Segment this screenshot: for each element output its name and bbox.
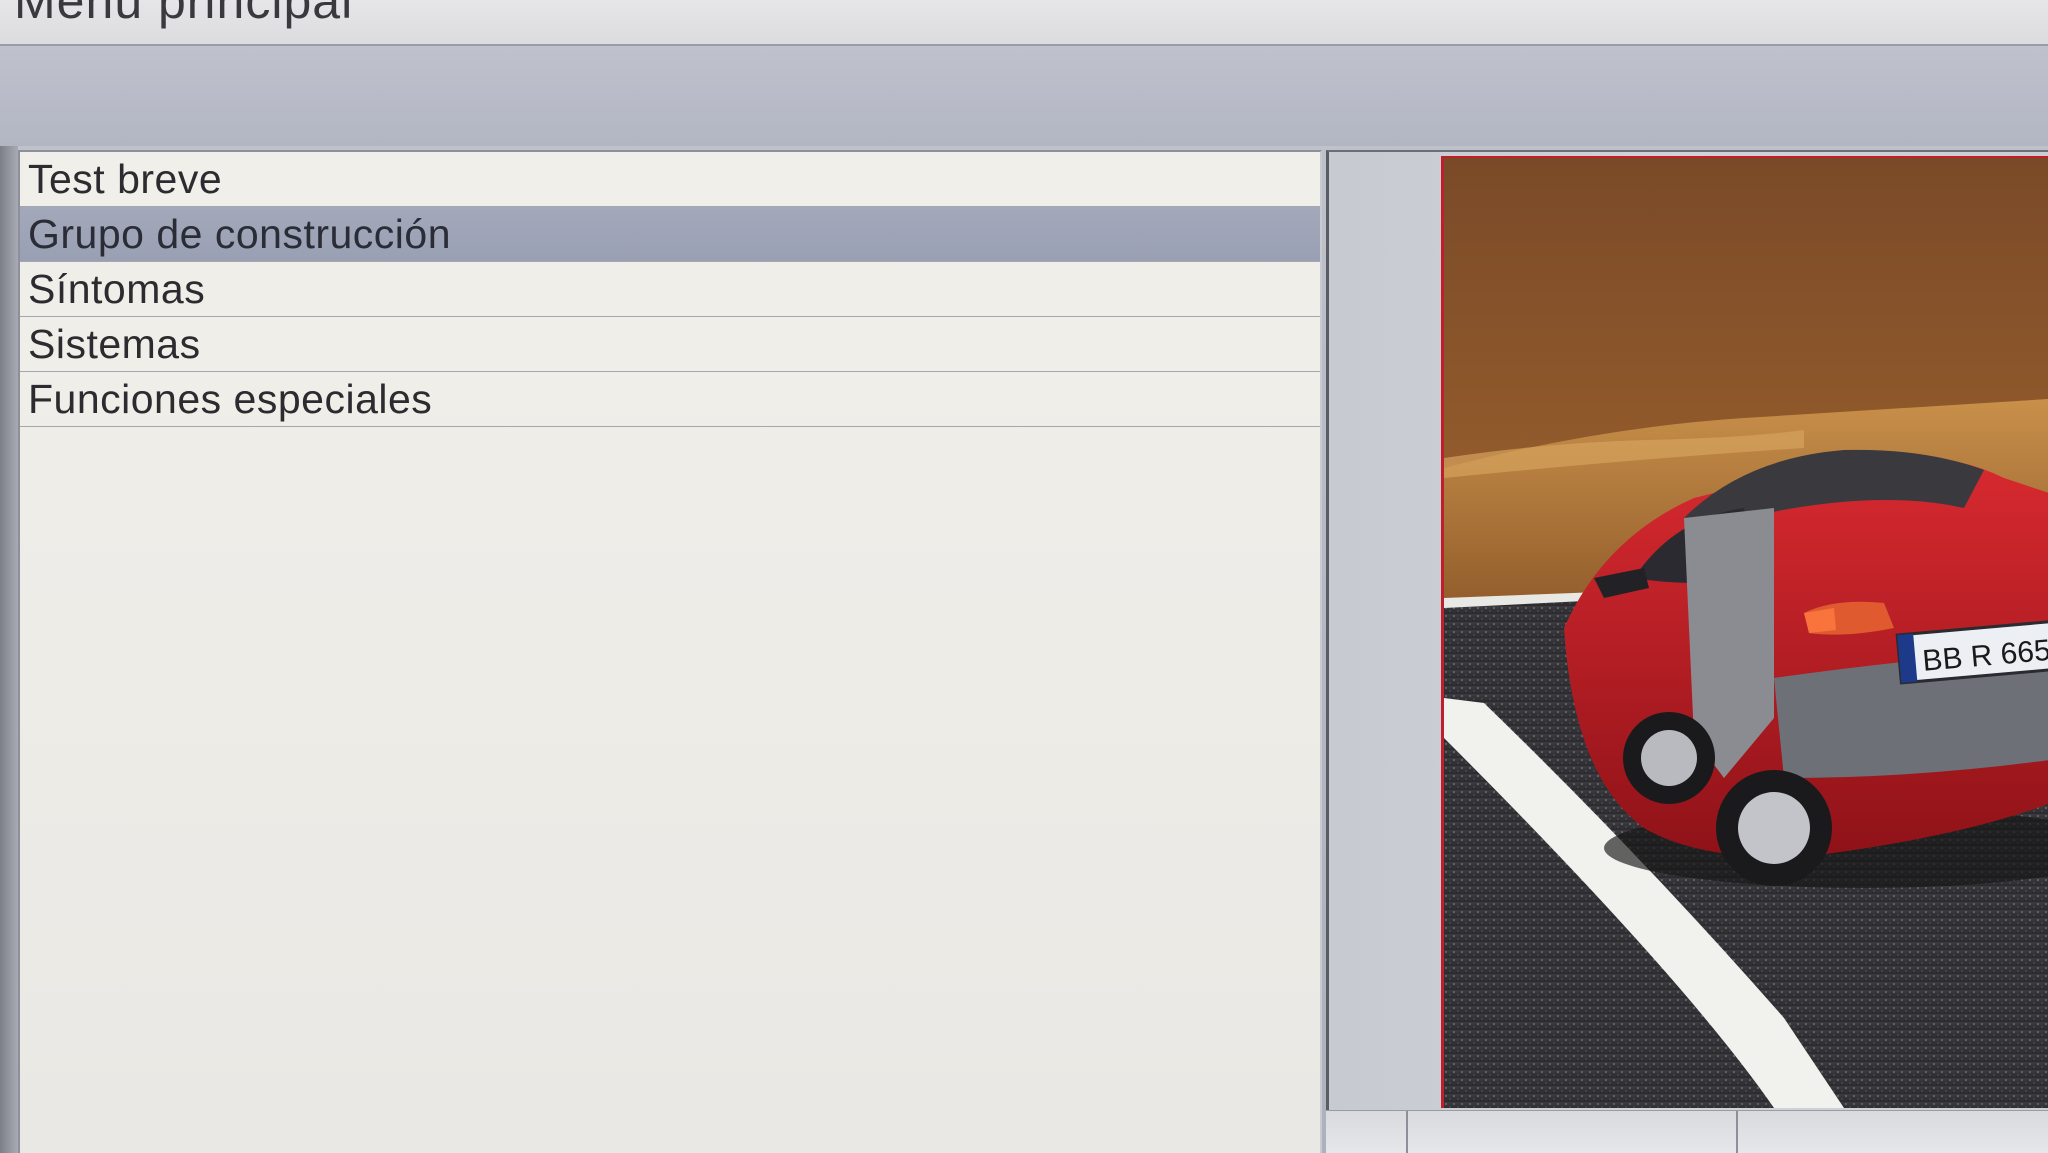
menu-item-test-breve[interactable]: Test breve [20,152,1320,207]
menu-item-label: Sistemas [28,321,201,367]
menu-item-funciones-especiales[interactable]: Funciones especiales [20,372,1320,427]
menu-item-sistemas[interactable]: Sistemas [20,317,1320,372]
vehicle-preview-frame: BB R 6653 [1326,150,2048,1112]
menu-item-grupo-de-construccion[interactable]: Grupo de construcción [20,207,1320,262]
status-footer [1326,1110,2048,1153]
diagnostic-screen: Menú principal Test breve Grupo de const… [0,0,2048,1153]
header-band [0,46,2048,146]
menu-item-label: Funciones especiales [28,376,433,422]
menu-item-label: Síntomas [28,266,206,312]
window-title: Menú principal [14,0,354,29]
title-bar: Menú principal [0,0,2048,46]
menu-item-label: Test breve [28,156,223,202]
vehicle-image: BB R 6653 [1441,156,2048,1108]
main-menu-list: Test breve Grupo de construcción Síntoma… [18,150,1322,1153]
window-edge [0,146,18,1153]
menu-item-sintomas[interactable]: Síntomas [20,262,1320,317]
footer-divider [1406,1111,1408,1153]
menu-item-label: Grupo de construcción [28,211,452,257]
footer-divider [1736,1111,1738,1153]
